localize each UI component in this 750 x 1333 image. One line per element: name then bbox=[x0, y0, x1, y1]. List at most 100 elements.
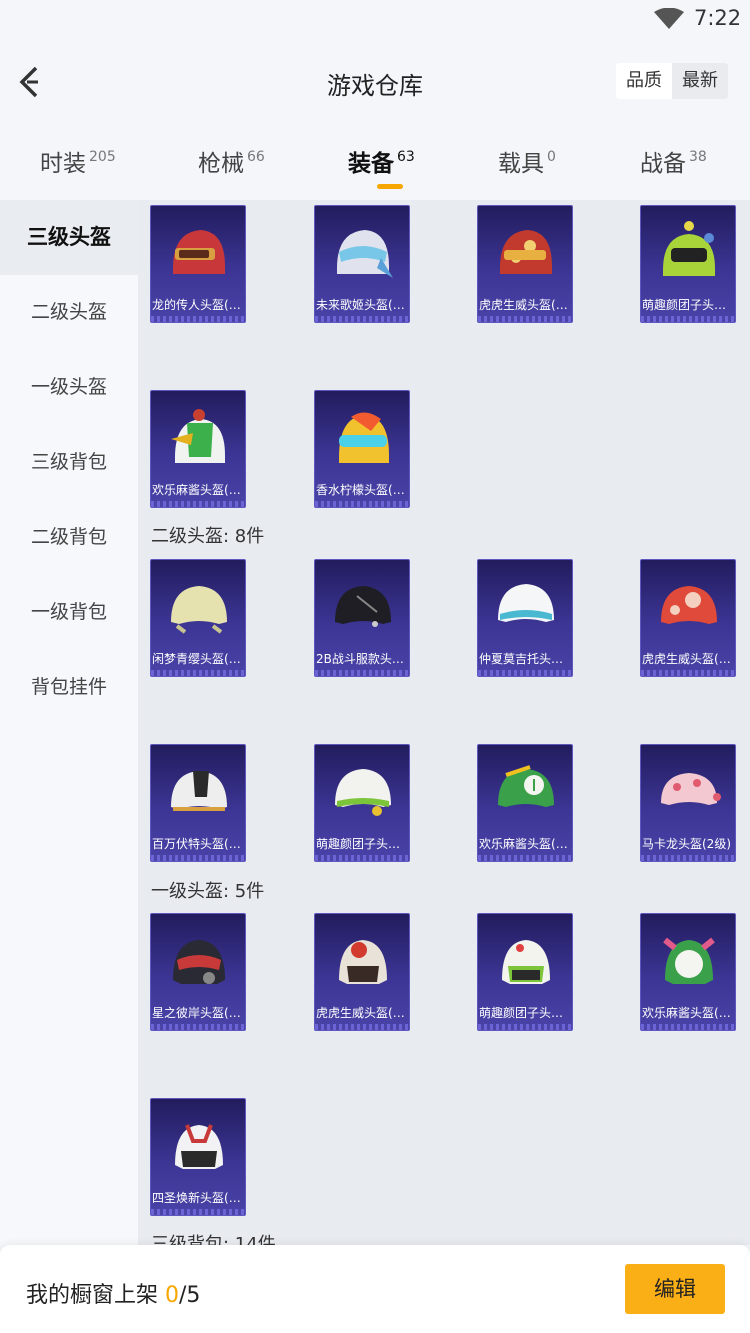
helmet-icon bbox=[173, 940, 225, 984]
item-grid: 龙的传人头盔(3级) 未来歌姬头盔(3级) 虎虎生威头盔(3级) 萌趣颜团子头盔… bbox=[138, 200, 750, 1245]
tab-fashion[interactable]: 时装 205 bbox=[40, 144, 116, 178]
showcase-label: 我的橱窗上架 0/5 bbox=[26, 1277, 200, 1309]
helmet-icon bbox=[661, 773, 721, 805]
sidebar-item-level1-helmet[interactable]: 一级头盔 bbox=[0, 350, 138, 425]
section-header-level1-helmet: 一级头盔: 5件 bbox=[151, 881, 265, 902]
card-stripe bbox=[151, 670, 245, 676]
item-name: 虎虎生威头盔(3级) bbox=[479, 298, 573, 312]
helmet-icon bbox=[502, 940, 550, 984]
helmet-icon bbox=[339, 412, 389, 463]
item-card[interactable]: 虎虎生威头盔(1级) bbox=[314, 913, 410, 1031]
item-name: 未来歌姬头盔(3级) bbox=[316, 298, 410, 312]
item-name: 仲夏莫吉托头盔(2级) bbox=[479, 652, 572, 666]
item-card[interactable]: 香水柠檬头盔(3级) bbox=[314, 390, 410, 508]
item-card[interactable]: 欢乐麻酱头盔(3级) bbox=[150, 390, 246, 508]
tab-count: 66 bbox=[247, 149, 265, 165]
item-card[interactable]: 四圣焕新头盔(1级) bbox=[150, 1098, 246, 1216]
tab-vehicles[interactable]: 载具 0 bbox=[498, 144, 556, 178]
sidebar-item-level2-backpack[interactable]: 二级背包 bbox=[0, 500, 138, 575]
card-stripe bbox=[315, 855, 409, 861]
item-name: 香水柠檬头盔(3级) bbox=[316, 483, 410, 497]
card-stripe bbox=[315, 316, 409, 322]
card-stripe bbox=[641, 670, 735, 676]
item-card[interactable]: 萌趣颜团子头盔(3级) bbox=[640, 205, 736, 323]
tab-label: 时装 bbox=[40, 151, 86, 177]
sort-toggle: 品质 最新 bbox=[616, 63, 728, 99]
helmet-icon bbox=[663, 937, 715, 984]
item-card[interactable]: 萌趣颜团子头盔(2级) bbox=[314, 744, 410, 862]
nav-header: 游戏仓库 品质 最新 bbox=[0, 50, 750, 114]
item-card[interactable]: 2B战斗服款头盔(2级) bbox=[314, 559, 410, 677]
helmet-icon bbox=[173, 230, 225, 274]
helmet-icon bbox=[661, 586, 717, 624]
item-name: 萌趣颜团子头盔(3级) bbox=[642, 298, 735, 312]
card-stripe bbox=[151, 501, 245, 507]
card-stripe bbox=[315, 1024, 409, 1030]
item-card[interactable]: 萌趣颜团子头盔(1级) bbox=[477, 913, 573, 1031]
item-name: 萌趣颜团子头盔(1级) bbox=[479, 1006, 572, 1020]
helmet-icon bbox=[335, 586, 391, 627]
sidebar-item-level2-helmet[interactable]: 二级头盔 bbox=[0, 275, 138, 350]
item-card[interactable]: 虎虎生威头盔(2级) bbox=[640, 559, 736, 677]
sidebar-item-backpack-charm[interactable]: 背包挂件 bbox=[0, 650, 138, 725]
item-name: 龙的传人头盔(3级) bbox=[152, 298, 246, 312]
card-stripe bbox=[641, 316, 735, 322]
helmet-icon bbox=[175, 1124, 223, 1169]
item-card[interactable]: 马卡龙头盔(2级) bbox=[640, 744, 736, 862]
helmet-icon bbox=[498, 765, 554, 807]
helmet-icon bbox=[663, 221, 715, 276]
item-card[interactable]: 未来歌姬头盔(3级) bbox=[314, 205, 410, 323]
wifi-icon bbox=[654, 8, 684, 29]
item-card[interactable]: 虎虎生威头盔(3级) bbox=[477, 205, 573, 323]
item-name: 星之彼岸头盔(1级) bbox=[152, 1006, 246, 1020]
card-stripe bbox=[151, 316, 245, 322]
tab-weapons[interactable]: 枪械 66 bbox=[198, 144, 265, 178]
section-header-level3-backpack: 三级背包: 14件 bbox=[151, 1234, 276, 1245]
helmet-icon bbox=[337, 230, 393, 278]
tab-label: 载具 bbox=[498, 151, 544, 177]
sidebar-item-level3-backpack[interactable]: 三级背包 bbox=[0, 425, 138, 500]
helmet-icon bbox=[335, 769, 391, 816]
tab-label: 装备 bbox=[348, 151, 394, 177]
helmet-icon bbox=[500, 230, 552, 274]
edit-button[interactable]: 编辑 bbox=[625, 1264, 725, 1314]
item-card[interactable]: 星之彼岸头盔(1级) bbox=[150, 913, 246, 1031]
item-name: 虎虎生威头盔(2级) bbox=[642, 652, 736, 666]
item-name: 2B战斗服款头盔(2级) bbox=[316, 652, 409, 666]
sort-latest-button[interactable]: 最新 bbox=[672, 63, 728, 99]
tab-equipment[interactable]: 装备 63 bbox=[348, 144, 415, 178]
item-card[interactable]: 闲梦青缨头盔(2级) bbox=[150, 559, 246, 677]
item-name: 百万伏特头盔(2级) bbox=[152, 837, 246, 851]
item-name: 萌趣颜团子头盔(2级) bbox=[316, 837, 409, 851]
item-card[interactable]: 龙的传人头盔(3级) bbox=[150, 205, 246, 323]
helmet-icon bbox=[498, 584, 554, 622]
helmet-icon bbox=[171, 586, 227, 634]
category-tabs: 时装 205 枪械 66 装备 63 载具 0 战备 38 bbox=[0, 130, 750, 198]
showcase-count: 0 bbox=[165, 1283, 179, 1308]
item-card[interactable]: 百万伏特头盔(2级) bbox=[150, 744, 246, 862]
item-name: 虎虎生威头盔(1级) bbox=[316, 1006, 410, 1020]
item-name: 欢乐麻酱头盔(3级) bbox=[152, 483, 246, 497]
sidebar-item-level3-helmet[interactable]: 三级头盔 bbox=[0, 200, 138, 275]
item-card[interactable]: 欢乐麻酱头盔(1级) bbox=[640, 913, 736, 1031]
status-time: 7:22 bbox=[694, 6, 742, 30]
helmet-icon bbox=[171, 409, 225, 463]
item-card[interactable]: 欢乐麻酱头盔(2级) bbox=[477, 744, 573, 862]
card-stripe bbox=[151, 855, 245, 861]
sort-quality-button[interactable]: 品质 bbox=[616, 63, 672, 99]
tab-label: 枪械 bbox=[198, 151, 244, 177]
helmet-icon bbox=[171, 771, 227, 811]
card-stripe bbox=[478, 670, 572, 676]
active-tab-indicator bbox=[377, 184, 403, 189]
showcase-footer: 我的橱窗上架 0/5 编辑 bbox=[0, 1245, 750, 1333]
status-bar: 7:22 bbox=[0, 0, 750, 40]
item-card[interactable]: 仲夏莫吉托头盔(2级) bbox=[477, 559, 573, 677]
sidebar-item-level1-backpack[interactable]: 一级背包 bbox=[0, 575, 138, 650]
card-stripe bbox=[478, 1024, 572, 1030]
showcase-total: /5 bbox=[179, 1283, 201, 1308]
card-stripe bbox=[478, 855, 572, 861]
tab-count: 63 bbox=[397, 149, 415, 165]
tab-count: 38 bbox=[689, 149, 707, 165]
tab-supplies[interactable]: 战备 38 bbox=[640, 144, 707, 178]
card-stripe bbox=[315, 501, 409, 507]
